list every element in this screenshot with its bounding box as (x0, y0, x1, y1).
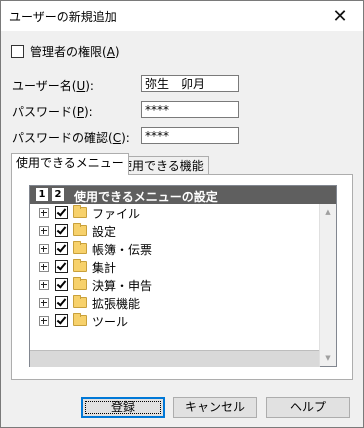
dialog-window: ユーザーの新規追加 ✕ 管理者の権限(A) ユーザー名(U): 弥生 卯月 パス… (0, 0, 364, 428)
scroll-up-icon[interactable]: ▲ (320, 204, 336, 220)
tree-header-label: 使用できるメニューの設定 (74, 190, 218, 204)
admin-checkbox-label: 管理者の権限(A) (30, 45, 120, 59)
folder-icon (73, 205, 87, 218)
password-confirm-input[interactable]: **** (141, 127, 239, 144)
admin-permission-checkbox[interactable]: 管理者の権限(A) (11, 43, 120, 60)
folder-icon (73, 295, 87, 308)
register-button[interactable]: 登録 (81, 397, 165, 418)
plus-expander-icon[interactable] (39, 244, 49, 254)
password-label: パスワード(P): (12, 105, 93, 119)
checkmark-icon[interactable] (55, 260, 68, 273)
plus-expander-icon[interactable] (39, 316, 49, 326)
level-2-button[interactable]: 2 (52, 188, 64, 201)
plus-expander-icon[interactable] (39, 298, 49, 308)
plus-expander-icon[interactable] (39, 226, 49, 236)
tab-usable-menus[interactable]: 使用できるメニュー (11, 153, 129, 175)
tree-body: ファイル 設定 帳簿・伝票 集計 決算・申告 拡張機能 ツール (30, 204, 320, 350)
plus-expander-icon[interactable] (39, 262, 49, 272)
scroll-down-icon[interactable]: ▼ (320, 350, 336, 366)
vertical-scrollbar[interactable]: ▲ ▼ (319, 204, 336, 366)
plus-expander-icon[interactable] (39, 280, 49, 290)
checkmark-icon[interactable] (55, 224, 68, 237)
tree-item-label: 帳簿・伝票 (92, 243, 153, 257)
password-input[interactable]: **** (141, 101, 239, 118)
folder-icon (73, 259, 87, 272)
plus-expander-icon[interactable] (39, 208, 49, 218)
username-input[interactable]: 弥生 卯月 (141, 75, 239, 92)
cancel-button[interactable]: キャンセル (173, 397, 257, 418)
tree-footer (30, 350, 320, 367)
folder-icon (73, 223, 87, 236)
tree-item-settings[interactable]: 設定 (30, 222, 320, 240)
window-title: ユーザーの新規追加 (9, 10, 117, 24)
tree-item-file[interactable]: ファイル (30, 204, 320, 222)
checkmark-icon[interactable] (55, 296, 68, 309)
checkmark-icon[interactable] (55, 314, 68, 327)
tree-item-label: 集計 (92, 261, 117, 275)
tab-usable-features[interactable]: 使用できる機能 (115, 156, 209, 176)
username-label: ユーザー名(U): (12, 79, 94, 93)
tree-item-totals[interactable]: 集計 (30, 258, 320, 276)
checkmark-icon[interactable] (55, 242, 68, 255)
tree-item-extensions[interactable]: 拡張機能 (30, 294, 320, 312)
folder-icon (73, 313, 87, 326)
checkmark-icon[interactable] (55, 278, 68, 291)
menu-permission-tree: 1 2 使用できるメニューの設定 ファイル 設定 帳簿・伝票 集計 決算・申告 … (29, 185, 337, 367)
tree-item-label: ファイル (92, 207, 141, 221)
tree-item-closing[interactable]: 決算・申告 (30, 276, 320, 294)
title-bar[interactable]: ユーザーの新規追加 ✕ (1, 1, 363, 31)
tree-item-tools[interactable]: ツール (30, 312, 320, 330)
close-button[interactable]: ✕ (317, 1, 363, 31)
level-1-button[interactable]: 1 (36, 188, 48, 201)
tree-item-label: 設定 (92, 225, 117, 239)
checkmark-icon[interactable] (55, 206, 68, 219)
admin-checkbox-box[interactable] (11, 45, 24, 58)
tree-item-label: 拡張機能 (92, 297, 141, 311)
tree-item-ledgers[interactable]: 帳簿・伝票 (30, 240, 320, 258)
register-button-label: 登録 (82, 398, 164, 417)
tree-header: 1 2 使用できるメニューの設定 (30, 186, 336, 204)
tree-item-label: ツール (92, 315, 129, 329)
close-icon: ✕ (332, 5, 348, 27)
folder-icon (73, 277, 87, 290)
tree-item-label: 決算・申告 (92, 279, 153, 293)
password-confirm-label: パスワードの確認(C): (12, 131, 130, 145)
folder-icon (73, 241, 87, 254)
help-button[interactable]: ヘルプ (266, 397, 350, 418)
